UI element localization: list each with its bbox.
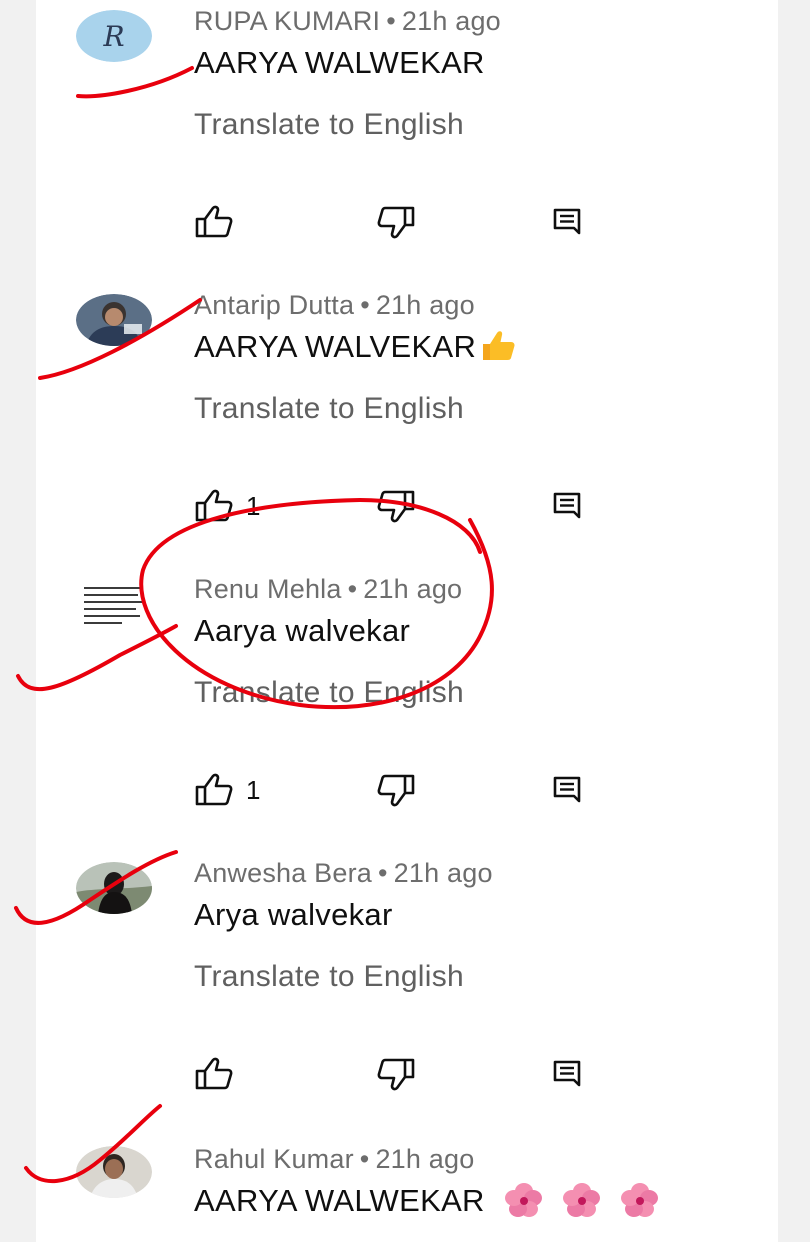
comment-text: Aarya walvekar xyxy=(194,613,410,649)
author-name[interactable]: Anwesha Bera xyxy=(194,858,372,888)
comment-time: 21h ago xyxy=(363,574,463,604)
photo-avatar-icon xyxy=(76,1146,152,1198)
comment-meta: Renu Mehla • 21h ago xyxy=(194,574,462,605)
thumb-down-icon xyxy=(377,490,415,523)
comment-meta: Rahul Kumar • 21h ago xyxy=(194,1144,474,1175)
comment-body: AARYA WALVEKAR xyxy=(194,329,477,364)
thumb-down-icon xyxy=(377,1058,415,1091)
comment-body: AARYA WALWEKAR xyxy=(194,1183,485,1218)
reply-button[interactable] xyxy=(552,770,582,810)
comment-item: Renu Mehla • 21h ago Aarya walvekar Transl… xyxy=(36,568,778,852)
thumb-up-icon xyxy=(195,489,233,522)
comment-reply-icon xyxy=(553,492,581,519)
like-count: 1 xyxy=(246,490,261,521)
comment-meta: Anwesha Bera • 21h ago xyxy=(194,858,493,889)
avatar[interactable]: R xyxy=(76,10,152,62)
photo-avatar-icon xyxy=(76,294,152,346)
reply-button[interactable] xyxy=(552,202,582,242)
comment-text: AARYA WALWEKAR xyxy=(194,45,485,81)
comment-actions: 1 xyxy=(194,486,614,526)
comment-item: Anwesha Bera • 21h ago Arya walvekar Trans… xyxy=(36,852,778,1136)
like-count: 1 xyxy=(246,774,261,805)
avatar[interactable] xyxy=(76,1146,152,1198)
thumb-up-icon xyxy=(195,1057,233,1090)
thumbs-up-emoji-icon xyxy=(480,329,516,371)
author-name[interactable]: RUPA KUMARI xyxy=(194,6,380,36)
dislike-button[interactable] xyxy=(376,202,416,242)
comment-actions xyxy=(194,1054,614,1094)
translate-link[interactable]: Translate to English xyxy=(194,392,464,426)
svg-text:R: R xyxy=(102,20,124,53)
dislike-button[interactable] xyxy=(376,770,416,810)
translate-link[interactable]: Translate to English xyxy=(194,108,464,142)
comment-time: 21h ago xyxy=(401,6,501,36)
pink-flower-emoji-icon xyxy=(498,1183,666,1225)
comment-body: Aarya walvekar xyxy=(194,613,411,648)
comment-meta: RUPA KUMARI • 21h ago xyxy=(194,6,501,37)
translate-link[interactable]: Translate to English xyxy=(194,676,464,710)
comment-body: AARYA WALWEKAR xyxy=(194,45,485,80)
thumb-down-icon xyxy=(377,774,415,807)
like-button[interactable] xyxy=(194,202,234,242)
meta-separator: • xyxy=(359,1144,370,1174)
meta-separator: • xyxy=(378,858,388,888)
comment-text: AARYA WALWEKAR xyxy=(194,1183,666,1225)
like-button[interactable] xyxy=(194,1054,234,1094)
comment-time: 21h ago xyxy=(393,858,493,888)
photo-avatar-icon xyxy=(76,862,152,914)
comment-body: Arya walvekar xyxy=(194,897,393,932)
avatar[interactable] xyxy=(76,294,152,346)
meta-separator: • xyxy=(386,6,396,36)
thumb-down-icon xyxy=(377,206,415,239)
author-name[interactable]: Rahul Kumar xyxy=(194,1144,354,1174)
comment-actions xyxy=(194,202,614,242)
comments-panel: R RUPA KUMARI • 21h ago AARYA WALWEKAR Tra… xyxy=(36,0,778,1242)
letter-r-avatar-icon: R xyxy=(76,10,152,62)
author-name[interactable]: Antarip Dutta xyxy=(194,290,354,320)
dislike-button[interactable] xyxy=(376,1054,416,1094)
comment-text: Arya walvekar xyxy=(194,897,393,933)
author-name[interactable]: Renu Mehla xyxy=(194,574,342,604)
comment-meta: Antarip Dutta • 21h ago xyxy=(194,290,475,321)
reply-button[interactable] xyxy=(552,1054,582,1094)
text-image-avatar-icon xyxy=(80,578,150,634)
reply-button[interactable] xyxy=(552,486,582,526)
comment-time: 21h ago xyxy=(375,290,475,320)
dislike-button[interactable] xyxy=(376,486,416,526)
comment-item: R RUPA KUMARI • 21h ago AARYA WALWEKAR Tra… xyxy=(36,0,778,284)
thumb-up-icon xyxy=(195,773,233,806)
comment-time: 21h ago xyxy=(375,1144,475,1174)
comment-item: Rahul Kumar • 21h ago AARYA WALWEKAR xyxy=(36,1138,778,1242)
thumb-up-icon xyxy=(195,205,233,238)
translate-link[interactable]: Translate to English xyxy=(194,960,464,994)
comment-reply-icon xyxy=(553,1060,581,1087)
like-button[interactable]: 1 xyxy=(194,486,260,526)
comment-reply-icon xyxy=(553,776,581,803)
avatar[interactable] xyxy=(80,578,150,634)
avatar[interactable] xyxy=(76,862,152,914)
comment-item: Antarip Dutta • 21h ago AARYA WALVEKAR Tra… xyxy=(36,284,778,568)
meta-separator: • xyxy=(360,290,370,320)
comment-reply-icon xyxy=(553,208,581,235)
meta-separator: • xyxy=(347,574,358,604)
comment-actions: 1 xyxy=(194,770,614,810)
comment-text: AARYA WALVEKAR xyxy=(194,329,516,371)
like-button[interactable]: 1 xyxy=(194,770,260,810)
